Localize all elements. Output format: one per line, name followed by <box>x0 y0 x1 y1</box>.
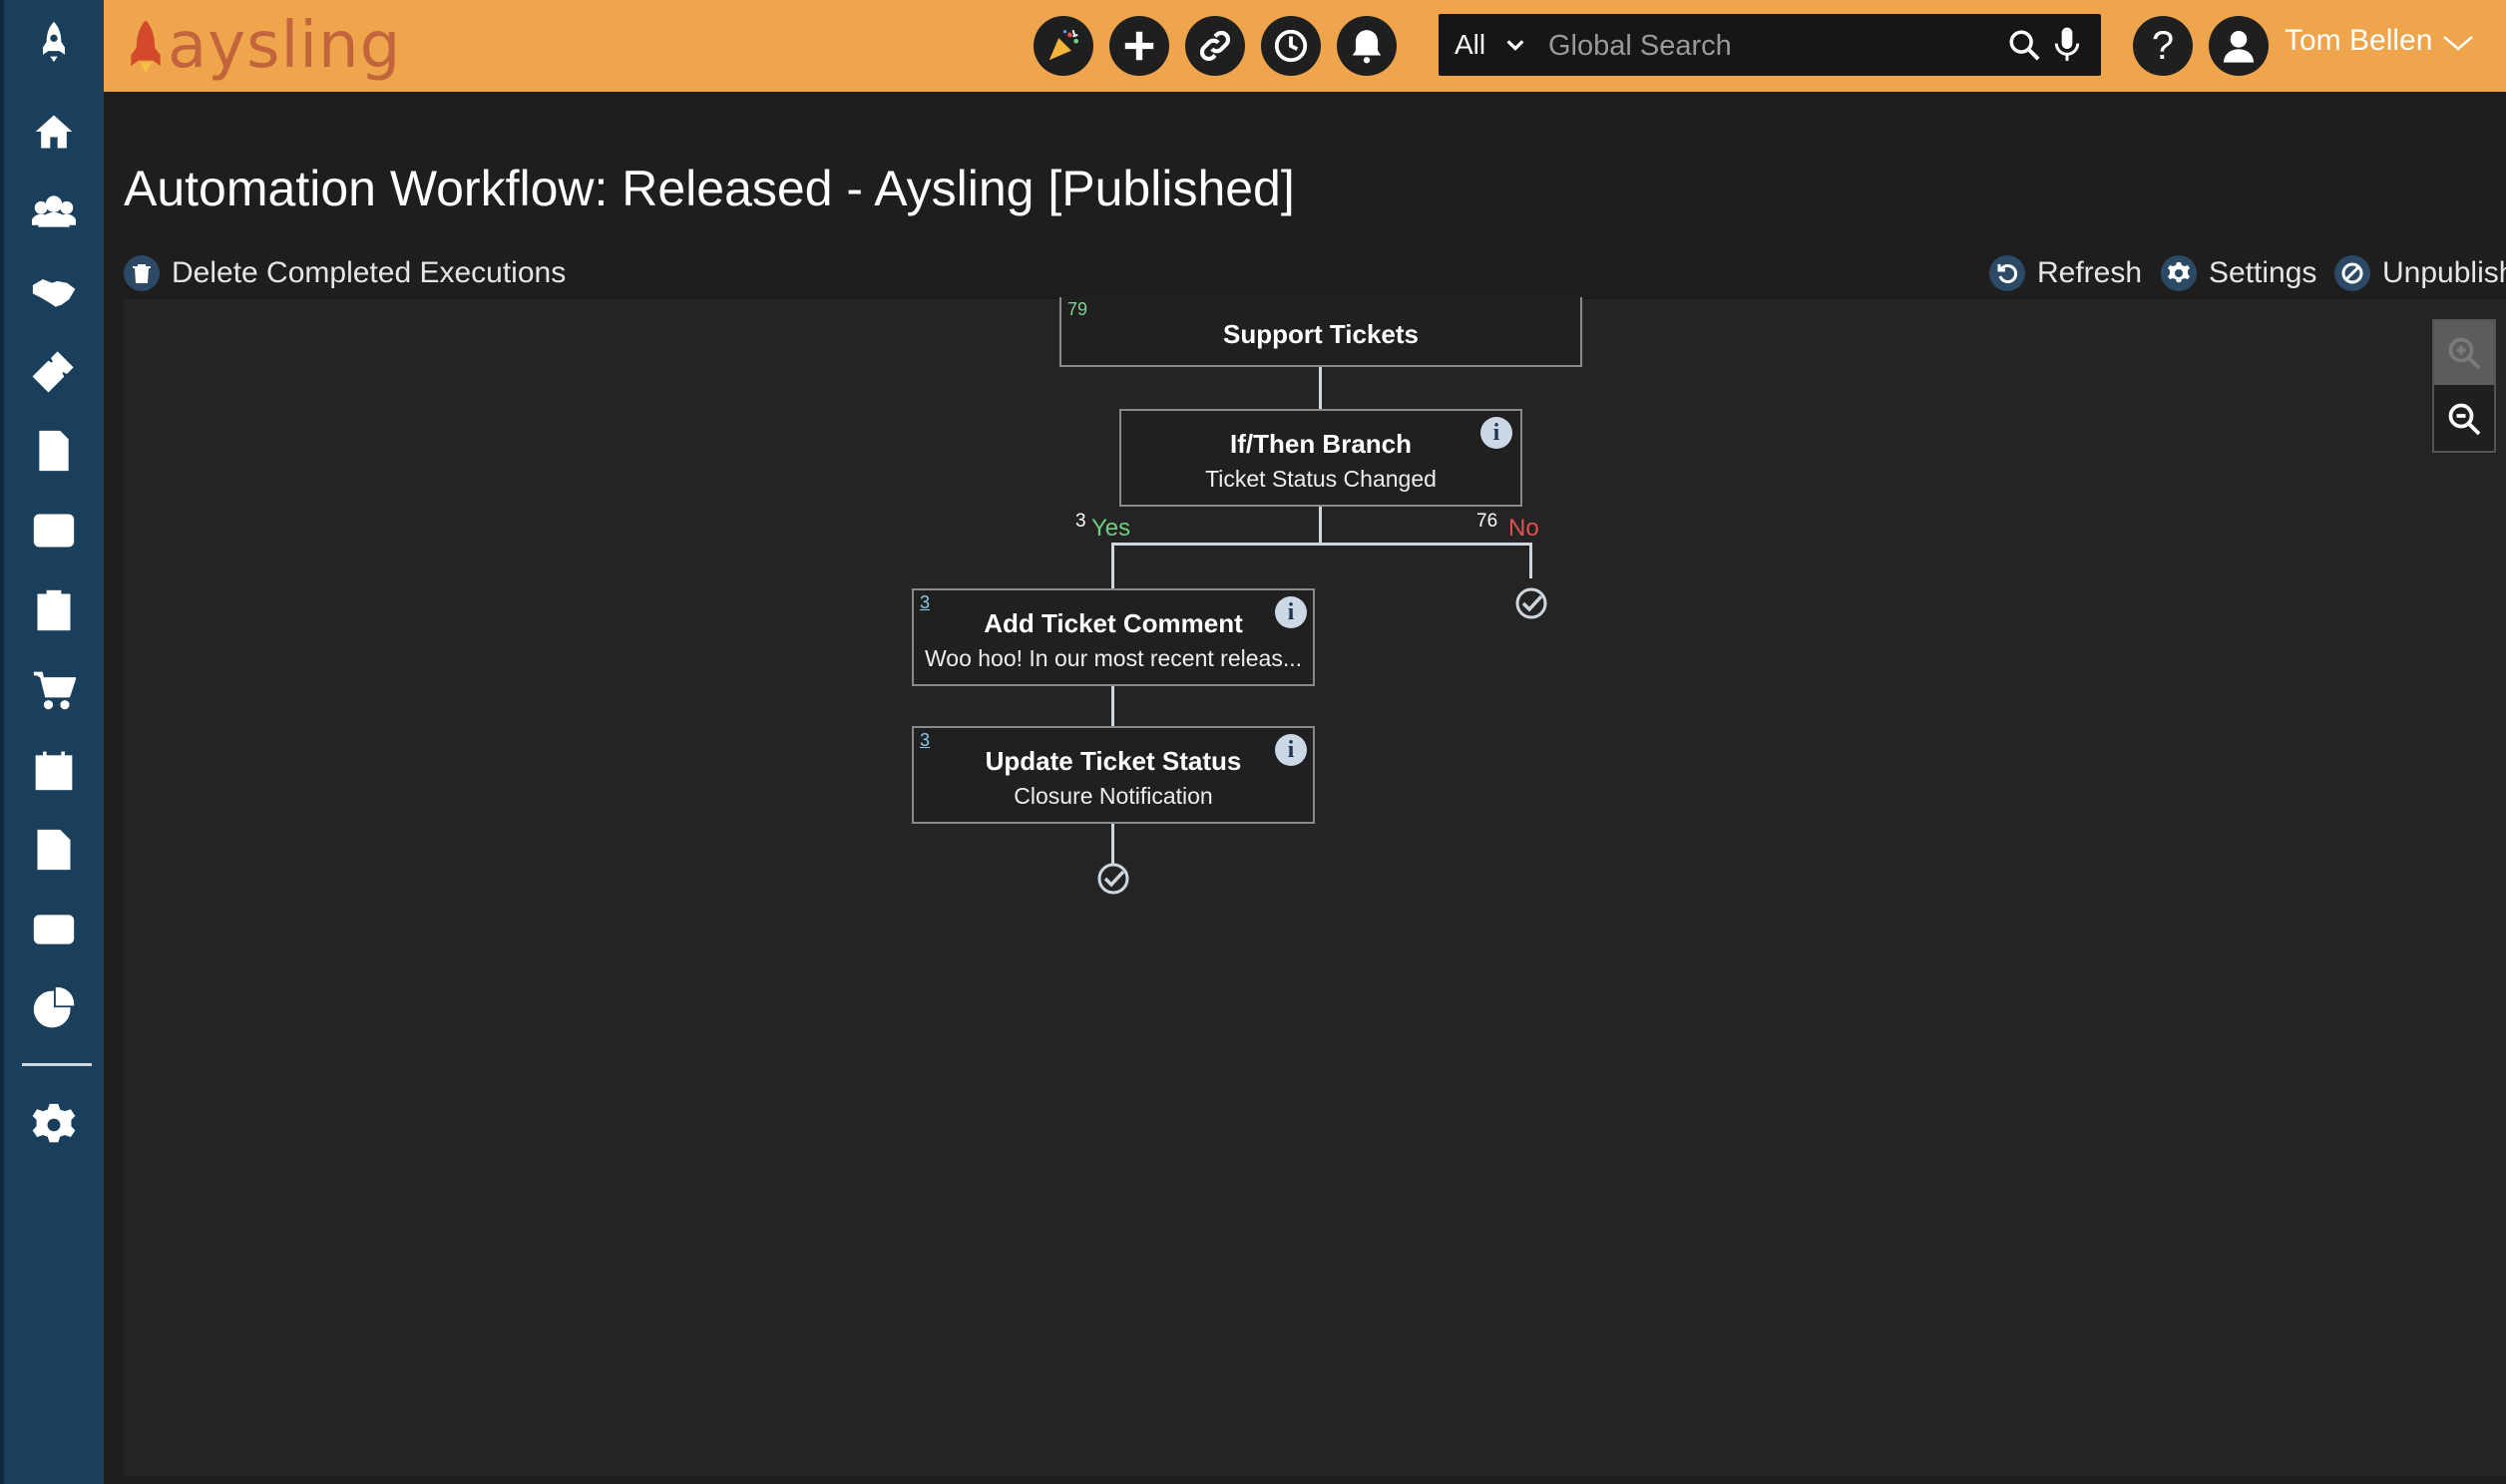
refresh-button[interactable]: Refresh <box>1989 253 2142 293</box>
zoom-in-button[interactable] <box>2434 321 2494 385</box>
trigger-node[interactable]: 79 Support Tickets <box>1059 297 1582 367</box>
info-icon[interactable]: i <box>1275 734 1307 766</box>
branch-subtitle: Ticket Status Changed <box>1205 466 1437 492</box>
sidebar: $ $ $ W2 <box>0 0 104 1484</box>
microphone-icon[interactable] <box>2051 26 2083 64</box>
chevron-down-icon[interactable] <box>1504 34 1526 56</box>
logo[interactable]: aysling <box>124 14 401 78</box>
connector <box>1319 505 1322 545</box>
comment-title: Add Ticket Comment <box>984 608 1243 638</box>
branch-connector <box>1111 543 1532 546</box>
avatar[interactable] <box>2209 16 2269 76</box>
user-menu-chevron-icon[interactable] <box>2442 34 2474 52</box>
ticket-icon[interactable] <box>26 343 82 399</box>
connector <box>1111 822 1114 866</box>
info-icon[interactable]: i <box>1480 417 1512 449</box>
home-icon[interactable] <box>26 104 82 160</box>
rocket-icon[interactable] <box>26 14 82 70</box>
zoom-controls <box>2432 319 2496 453</box>
cart-icon[interactable] <box>26 662 82 718</box>
zoom-in-icon <box>2448 337 2481 370</box>
trigger-title: Support Tickets <box>1222 319 1419 349</box>
email-icon[interactable] <box>26 902 82 957</box>
trigger-count[interactable]: 79 <box>1067 299 1087 320</box>
add-ticket-comment-node[interactable]: 3 Add Ticket Comment Woo hoo! In our mos… <box>912 588 1315 686</box>
end-check-icon <box>1515 587 1547 619</box>
bell-icon <box>1352 30 1382 64</box>
refresh-label: Refresh <box>2037 256 2143 289</box>
gear-icon <box>2161 255 2197 291</box>
workflow-canvas[interactable]: 79 Support Tickets If/Then Branch Ticket… <box>124 297 2506 1476</box>
search-icon[interactable] <box>2007 28 2041 62</box>
global-search: All <box>1439 14 2101 76</box>
no-count: 76 <box>1476 511 1498 532</box>
history-icon <box>1274 29 1308 63</box>
user-icon <box>2224 31 2254 63</box>
party-popper-icon <box>1048 29 1079 61</box>
delete-completed-executions-label: Delete Completed Executions <box>172 256 567 289</box>
status-title: Update Ticket Status <box>985 746 1242 776</box>
unpublish-button[interactable]: Unpublish <box>2334 253 2506 293</box>
zoom-out-icon <box>2448 403 2481 436</box>
svg-text:$: $ <box>54 448 63 466</box>
info-icon[interactable]: i <box>1275 596 1307 628</box>
search-input[interactable] <box>1546 24 1989 68</box>
trash-icon <box>124 255 160 291</box>
link-button[interactable] <box>1185 16 1245 76</box>
ban-icon <box>2334 255 2370 291</box>
comment-count-link[interactable]: 3 <box>920 592 930 613</box>
connector <box>1319 367 1322 411</box>
update-ticket-status-node[interactable]: 3 Update Ticket Status Closure Notificat… <box>912 726 1315 824</box>
link-icon <box>1199 30 1231 62</box>
expenses-icon[interactable]: $ $ <box>26 503 82 558</box>
logo-text: aysling <box>168 9 402 83</box>
rocket-logo-icon <box>131 20 161 74</box>
search-scope-select[interactable]: All <box>1455 14 1485 76</box>
svg-text:$: $ <box>39 524 48 542</box>
history-button[interactable] <box>1261 16 1321 76</box>
svg-text:$: $ <box>58 524 67 542</box>
settings-label: Settings <box>2209 256 2317 289</box>
sidebar-divider <box>22 1063 92 1066</box>
yes-count: 3 <box>1075 511 1086 532</box>
clipboard-check-icon[interactable] <box>26 582 82 638</box>
gear-icon[interactable] <box>26 1097 82 1153</box>
contacts-icon[interactable] <box>26 184 82 239</box>
status-count-link[interactable]: 3 <box>920 730 930 751</box>
settings-button[interactable]: Settings <box>2161 253 2316 293</box>
branch-node[interactable]: If/Then Branch Ticket Status Changed i <box>1119 409 1522 507</box>
invoice-icon[interactable]: $ <box>26 423 82 479</box>
branch-title: If/Then Branch <box>1229 429 1412 459</box>
calendar-star-icon[interactable] <box>26 742 82 798</box>
w2-form-icon[interactable]: W2 <box>26 822 82 878</box>
user-name[interactable]: Tom Bellen <box>2285 24 2432 58</box>
no-label: No <box>1508 515 1539 542</box>
party-popper-button[interactable] <box>1034 16 1093 76</box>
status-subtitle: Closure Notification <box>1014 783 1213 809</box>
yes-label: Yes <box>1091 515 1131 542</box>
help-button[interactable]: ? <box>2133 16 2193 76</box>
delete-completed-executions-button[interactable]: Delete Completed Executions <box>124 253 566 293</box>
zoom-out-button[interactable] <box>2434 387 2494 451</box>
top-bar: aysling All ? Tom Bellen <box>104 0 2506 92</box>
svg-text:W2: W2 <box>43 847 65 863</box>
plus-icon <box>1124 31 1154 61</box>
connector <box>1111 543 1114 590</box>
connector <box>1529 543 1532 578</box>
comment-subtitle: Woo hoo! In our most recent releas... <box>925 645 1302 671</box>
connector <box>1111 684 1114 728</box>
reports-icon[interactable] <box>26 981 82 1037</box>
handshake-icon[interactable] <box>26 263 82 319</box>
end-check-icon <box>1097 863 1129 895</box>
notifications-button[interactable] <box>1337 16 1397 76</box>
unpublish-label: Unpublish <box>2382 256 2506 289</box>
add-button[interactable] <box>1109 16 1169 76</box>
page-title: Automation Workflow: Released - Aysling … <box>124 161 1295 216</box>
refresh-icon <box>1989 255 2025 291</box>
